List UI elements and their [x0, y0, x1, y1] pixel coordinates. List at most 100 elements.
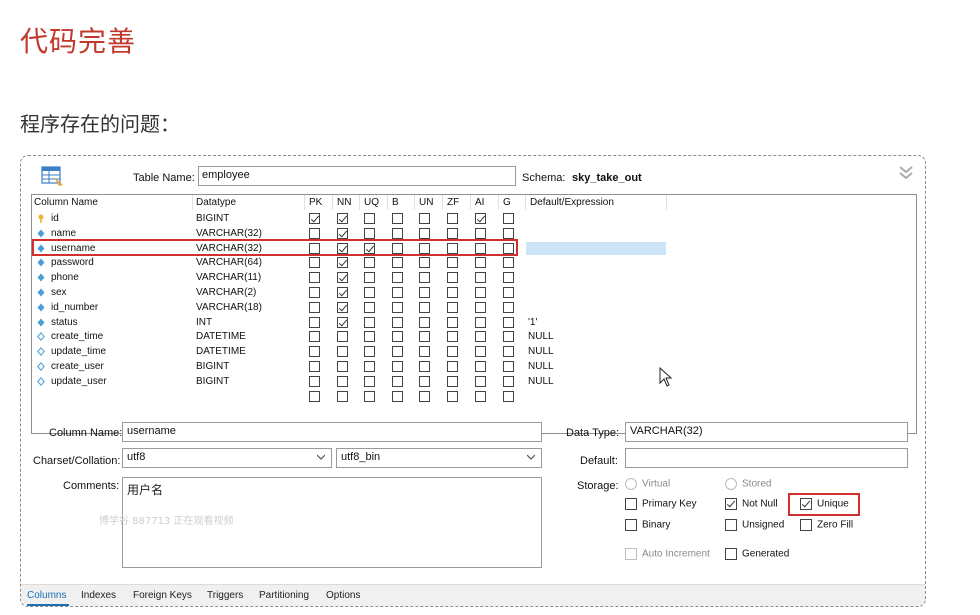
- flag-checkbox[interactable]: [447, 287, 458, 298]
- flag-checkbox[interactable]: [447, 257, 458, 269]
- columns-grid[interactable]: Column Name Datatype PK NN UQ B UN ZF AI G Default…: [31, 194, 917, 434]
- table-row[interactable]: name VARCHAR(32): [32, 226, 916, 241]
- flag-checkbox[interactable]: [503, 257, 514, 269]
- flag-checkbox[interactable]: [337, 257, 348, 269]
- flag-checkbox[interactable]: [337, 361, 348, 372]
- flag-checkbox[interactable]: [309, 287, 320, 298]
- table-row[interactable]: [32, 389, 916, 404]
- flag-checkbox[interactable]: [447, 213, 458, 224]
- default-cell[interactable]: NULL: [528, 361, 554, 372]
- flag-checkbox[interactable]: [364, 301, 375, 313]
- auto-increment-checkbox[interactable]: Auto Increment: [625, 548, 710, 560]
- table-row[interactable]: id BIGINT: [32, 211, 916, 226]
- flag-checkbox[interactable]: [419, 361, 430, 372]
- flag-checkbox[interactable]: [419, 287, 430, 298]
- column-name-input[interactable]: username: [122, 422, 542, 442]
- flag-checkbox[interactable]: [364, 272, 375, 284]
- tab-indexes[interactable]: Indexes: [81, 590, 116, 601]
- flag-checkbox[interactable]: [419, 227, 430, 239]
- flag-checkbox[interactable]: [475, 242, 486, 254]
- virtual-radio[interactable]: Virtual: [625, 478, 670, 490]
- flag-checkbox[interactable]: [503, 361, 514, 372]
- flag-checkbox[interactable]: [364, 242, 375, 254]
- column-name-cell[interactable]: update_time: [51, 346, 106, 357]
- flag-checkbox[interactable]: [475, 287, 486, 298]
- flag-checkbox[interactable]: [419, 301, 430, 313]
- tab-triggers[interactable]: Triggers: [207, 590, 243, 601]
- flag-checkbox[interactable]: [364, 227, 375, 239]
- flag-checkbox[interactable]: [364, 331, 375, 343]
- charset-select[interactable]: utf8: [122, 448, 332, 468]
- flag-checkbox[interactable]: [475, 375, 486, 387]
- stored-radio[interactable]: Stored: [725, 478, 771, 490]
- column-name-cell[interactable]: phone: [51, 272, 79, 283]
- flag-checkbox[interactable]: [447, 316, 458, 328]
- flag-checkbox[interactable]: [475, 390, 486, 402]
- flag-checkbox[interactable]: [392, 287, 403, 298]
- flag-checkbox[interactable]: [392, 331, 403, 343]
- table-row[interactable]: id_number VARCHAR(18): [32, 300, 916, 315]
- table-row[interactable]: update_user BIGINT NULL: [32, 374, 916, 389]
- default-input[interactable]: [625, 448, 908, 468]
- flag-checkbox[interactable]: [337, 316, 348, 328]
- flag-checkbox[interactable]: [392, 242, 403, 254]
- flag-checkbox[interactable]: [447, 272, 458, 284]
- column-name-cell[interactable]: name: [51, 228, 76, 239]
- flag-checkbox[interactable]: [364, 287, 375, 298]
- flag-checkbox[interactable]: [309, 272, 320, 284]
- flag-checkbox[interactable]: [503, 316, 514, 328]
- flag-checkbox[interactable]: [419, 213, 430, 224]
- datatype-cell[interactable]: VARCHAR(2): [196, 287, 256, 298]
- tab-options[interactable]: Options: [326, 590, 360, 601]
- datatype-cell[interactable]: BIGINT: [196, 376, 229, 387]
- table-row[interactable]: update_time DATETIME NULL: [32, 344, 916, 359]
- column-name-cell[interactable]: create_user: [51, 361, 104, 372]
- tab-partitioning[interactable]: Partitioning: [259, 590, 309, 601]
- primary-key-checkbox[interactable]: Primary Key: [625, 498, 696, 510]
- tab-foreign-keys[interactable]: Foreign Keys: [133, 590, 192, 601]
- flag-checkbox[interactable]: [503, 227, 514, 239]
- flag-checkbox[interactable]: [475, 213, 486, 224]
- flag-checkbox[interactable]: [475, 316, 486, 328]
- flag-checkbox[interactable]: [503, 390, 514, 402]
- datatype-cell[interactable]: INT: [196, 317, 212, 328]
- flag-checkbox[interactable]: [503, 331, 514, 343]
- flag-checkbox[interactable]: [475, 331, 486, 343]
- datatype-cell[interactable]: VARCHAR(64): [196, 257, 262, 268]
- table-row[interactable]: phone VARCHAR(11): [32, 270, 916, 285]
- flag-checkbox[interactable]: [309, 390, 320, 402]
- flag-checkbox[interactable]: [475, 227, 486, 239]
- flag-checkbox[interactable]: [309, 316, 320, 328]
- datatype-cell[interactable]: DATETIME: [196, 346, 246, 357]
- not-null-checkbox[interactable]: Not Null: [725, 498, 778, 510]
- flag-checkbox[interactable]: [337, 390, 348, 402]
- flag-checkbox[interactable]: [392, 213, 403, 224]
- flag-checkbox[interactable]: [503, 242, 514, 254]
- flag-checkbox[interactable]: [392, 390, 403, 402]
- flag-checkbox[interactable]: [419, 242, 430, 254]
- flag-checkbox[interactable]: [447, 346, 458, 358]
- table-row[interactable]: create_user BIGINT NULL: [32, 359, 916, 374]
- flag-checkbox[interactable]: [392, 316, 403, 328]
- flag-checkbox[interactable]: [337, 242, 348, 254]
- flag-checkbox[interactable]: [419, 375, 430, 387]
- flag-checkbox[interactable]: [503, 301, 514, 313]
- datatype-cell[interactable]: VARCHAR(18): [196, 302, 262, 313]
- default-cell[interactable]: NULL: [528, 346, 554, 357]
- flag-checkbox[interactable]: [447, 242, 458, 254]
- flag-checkbox[interactable]: [447, 227, 458, 239]
- flag-checkbox[interactable]: [364, 361, 375, 372]
- collapse-icon[interactable]: [897, 164, 915, 182]
- collation-select[interactable]: utf8_bin: [336, 448, 542, 468]
- flag-checkbox[interactable]: [447, 361, 458, 372]
- table-row[interactable]: password VARCHAR(64): [32, 255, 916, 270]
- flag-checkbox[interactable]: [447, 390, 458, 402]
- table-name-input[interactable]: employee: [198, 166, 516, 186]
- flag-checkbox[interactable]: [309, 331, 320, 343]
- flag-checkbox[interactable]: [447, 331, 458, 343]
- flag-checkbox[interactable]: [392, 375, 403, 387]
- flag-checkbox[interactable]: [309, 213, 320, 224]
- flag-checkbox[interactable]: [337, 272, 348, 284]
- flag-checkbox[interactable]: [392, 361, 403, 372]
- flag-checkbox[interactable]: [503, 287, 514, 298]
